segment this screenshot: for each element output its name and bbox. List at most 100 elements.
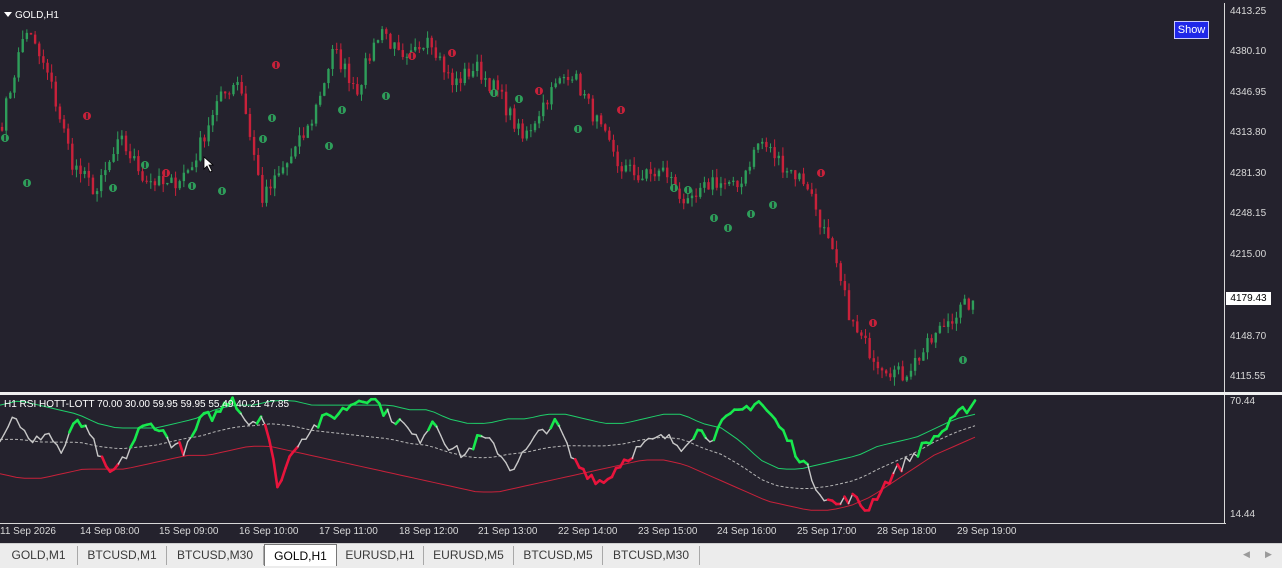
candle: [604, 123, 606, 132]
candle: [955, 312, 957, 331]
tab-eurusd-m5[interactable]: EURUSD,M5: [424, 546, 514, 565]
candle: [79, 158, 81, 182]
indicator-chart-area[interactable]: H1 RSI HOTT-LOTT 70.00 30.00 59.95 59.95…: [0, 395, 1224, 523]
candle: [340, 43, 342, 72]
rsi-segment: [24, 430, 28, 438]
rsi-segment: [559, 426, 563, 435]
candle: [348, 57, 350, 91]
candle: [823, 219, 825, 234]
candle-body: [83, 171, 85, 174]
candle-body: [526, 131, 528, 139]
candle-body: [902, 366, 904, 380]
time-tick: 14 Sep 08:00: [80, 526, 140, 537]
candle: [935, 332, 937, 348]
chevron-right-icon[interactable]: ▶: [1265, 549, 1272, 560]
tab-btcusd-m30-2[interactable]: BTCUSD,M30: [603, 546, 700, 565]
candle-body: [579, 74, 581, 96]
candle-body: [166, 183, 168, 184]
price-scale[interactable]: 4413.25 4380.10 4346.95 4313.80 4281.30 …: [1224, 3, 1282, 392]
rsi-segment: [820, 495, 824, 501]
candle-body: [546, 103, 548, 105]
tab-gold-h1[interactable]: GOLD,H1: [264, 544, 337, 566]
candle-body: [811, 189, 813, 193]
rsi-segment: [437, 426, 441, 435]
rsi-segment: [628, 458, 632, 461]
rsi-hott-lott-chart[interactable]: [0, 395, 1224, 523]
tab-btcusd-m5[interactable]: BTCUSD,M5: [514, 546, 603, 565]
candle-body: [364, 58, 366, 85]
candle: [137, 150, 139, 175]
rsi-segment: [869, 499, 873, 510]
candle-body: [1, 127, 3, 131]
candle-body: [571, 80, 573, 81]
down-arrow-marker-icon: [617, 106, 625, 114]
candle-body: [150, 181, 152, 182]
candle-body: [488, 78, 490, 91]
candle-body: [348, 64, 350, 83]
candle: [154, 178, 156, 191]
candle: [761, 138, 763, 149]
rsi-segment: [245, 420, 249, 425]
price-tick: 4313.80: [1230, 127, 1266, 138]
rsi-segment: [306, 432, 310, 439]
show-button[interactable]: Show: [1174, 21, 1209, 39]
down-arrow-marker-icon: [162, 169, 170, 177]
tab-btcusd-m1[interactable]: BTCUSD,M1: [78, 546, 167, 565]
candle-body: [840, 263, 842, 281]
candlestick-chart[interactable]: [0, 3, 1224, 392]
indicator-scale[interactable]: 70.44 14.44: [1224, 395, 1282, 523]
rsi-segment: [212, 412, 216, 421]
price-chart-area[interactable]: GOLD,H1 Show: [0, 3, 1224, 392]
rsi-segment: [918, 443, 922, 456]
candle-body: [121, 136, 123, 140]
candle: [9, 91, 11, 99]
price-tick: 4215.00: [1230, 249, 1266, 260]
candle: [331, 45, 333, 76]
rsi-segment: [8, 417, 12, 426]
candle-body: [922, 352, 924, 360]
candle: [645, 168, 647, 181]
candle: [703, 177, 705, 193]
candle-body: [476, 62, 478, 71]
candle: [546, 100, 548, 110]
candle-body: [468, 69, 470, 77]
tab-eurusd-h1[interactable]: EURUSD,H1: [337, 546, 424, 565]
rsi-segment: [163, 430, 167, 437]
candle-body: [798, 174, 800, 180]
candle-body: [88, 171, 90, 178]
up-arrow-marker-icon: [259, 135, 267, 143]
candle: [579, 72, 581, 95]
candle: [195, 153, 197, 172]
candle: [336, 43, 338, 54]
candle: [835, 241, 837, 268]
candle-body: [972, 301, 974, 310]
triangle-down-icon[interactable]: [4, 12, 12, 17]
candle: [658, 169, 660, 181]
chevron-left-icon[interactable]: ◀: [1243, 549, 1250, 560]
candle: [889, 367, 891, 380]
candle-body: [377, 40, 379, 43]
chart-symbol-title[interactable]: GOLD,H1: [4, 10, 59, 21]
candle-body: [22, 39, 24, 52]
candle-body: [707, 182, 709, 189]
tab-btcusd-m30[interactable]: BTCUSD,M30: [167, 546, 264, 565]
time-axis[interactable]: 11 Sep 2026 14 Sep 08:00 15 Sep 09:00 16…: [0, 523, 1282, 543]
candle: [687, 192, 689, 203]
rsi-segment: [718, 420, 722, 428]
candle: [282, 161, 284, 174]
candle: [509, 107, 511, 121]
candle: [798, 173, 800, 182]
candle: [517, 119, 519, 135]
candle: [716, 169, 718, 191]
rsi-segment: [844, 497, 848, 504]
candle: [286, 162, 288, 175]
current-price-label: 4179.43: [1226, 292, 1271, 305]
rsi-segment: [20, 427, 24, 430]
candle: [464, 63, 466, 86]
rsi-segment: [902, 457, 906, 471]
candle-body: [216, 101, 218, 115]
rsi-segment: [473, 435, 477, 449]
candle-body: [75, 166, 77, 170]
tab-gold-m1[interactable]: GOLD,M1: [0, 546, 78, 565]
candle-body: [187, 170, 189, 173]
